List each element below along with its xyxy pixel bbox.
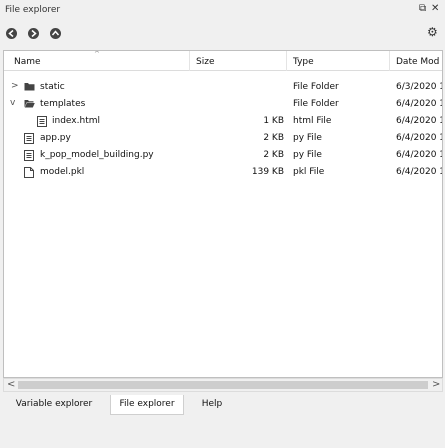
- table-row[interactable]: app.py 2 KB py File 6/4/2020 1: [4, 130, 443, 147]
- gear-icon[interactable]: ⚙: [427, 25, 438, 39]
- chevron-down-icon[interactable]: v: [10, 98, 15, 108]
- undock-icon[interactable]: ⧉: [419, 3, 426, 14]
- file-tree[interactable]: Name ^ Size Type Date Mod > static File …: [3, 50, 443, 378]
- file-date: 6/4/2020 1: [396, 116, 443, 126]
- column-separator[interactable]: [189, 51, 190, 71]
- file-type: py File: [293, 133, 322, 143]
- file-type: File Folder: [293, 82, 339, 92]
- file-date: 6/4/2020 1: [396, 150, 443, 160]
- table-header: Name ^ Size Type Date Mod: [4, 50, 442, 71]
- table-row[interactable]: index.html 1 KB html File 6/4/2020 1: [4, 113, 443, 130]
- chevron-right-icon[interactable]: >: [11, 81, 19, 91]
- column-type[interactable]: Type: [293, 57, 314, 67]
- column-date-modified[interactable]: Date Mod: [396, 57, 439, 67]
- text-file-icon: [24, 150, 34, 164]
- file-date: 6/4/2020 1: [396, 99, 443, 109]
- file-size: 2 KB: [263, 133, 284, 143]
- parent-directory-icon[interactable]: [50, 28, 61, 39]
- scroll-left-icon[interactable]: <: [7, 379, 15, 390]
- toolbar: ⚙: [0, 20, 445, 46]
- file-type: File Folder: [293, 99, 339, 109]
- column-name[interactable]: Name: [14, 57, 41, 67]
- file-date: 6/3/2020 1: [396, 82, 443, 92]
- tab-variable-explorer[interactable]: Variable explorer: [8, 395, 100, 415]
- file-type: py File: [293, 150, 322, 160]
- scroll-right-icon[interactable]: >: [432, 379, 440, 390]
- status-area: [0, 417, 445, 448]
- column-separator[interactable]: [389, 51, 390, 71]
- tab-help[interactable]: Help: [194, 395, 230, 415]
- horizontal-scrollbar[interactable]: < >: [3, 378, 443, 392]
- pane-titlebar: File explorer ⧉ ✕: [0, 0, 445, 20]
- pane-title: File explorer: [5, 5, 61, 15]
- file-date: 6/4/2020 1: [396, 167, 443, 177]
- folder-icon: [24, 82, 35, 94]
- scrollbar-thumb[interactable]: [18, 381, 428, 389]
- file-size: 139 KB: [251, 167, 284, 177]
- file-date: 6/4/2020 1: [396, 133, 443, 143]
- column-separator[interactable]: [286, 51, 287, 71]
- file-name: app.py: [40, 133, 71, 143]
- blank-file-icon: [24, 167, 34, 181]
- file-name: templates: [40, 99, 86, 109]
- sort-ascending-icon: ^: [94, 50, 100, 58]
- forward-icon[interactable]: [28, 28, 39, 39]
- file-name: index.html: [52, 116, 100, 126]
- file-size: 2 KB: [263, 150, 284, 160]
- file-name: model.pkl: [40, 167, 85, 177]
- table-row[interactable]: k_pop_model_building.py 2 KB py File 6/4…: [4, 147, 443, 164]
- text-file-icon: [24, 133, 34, 147]
- file-name: static: [40, 82, 65, 92]
- table-row[interactable]: > static File Folder 6/3/2020 1: [4, 79, 443, 95]
- table-row[interactable]: v templates File Folder 6/4/2020 1: [4, 96, 443, 112]
- table-row[interactable]: model.pkl 139 KB pkl File 6/4/2020 1: [4, 164, 443, 181]
- tab-file-explorer[interactable]: File explorer: [110, 395, 184, 415]
- file-type: html File: [293, 116, 332, 126]
- back-icon[interactable]: [6, 28, 17, 39]
- folder-open-icon: [24, 99, 35, 111]
- column-size[interactable]: Size: [196, 57, 214, 67]
- file-name: k_pop_model_building.py: [40, 150, 154, 160]
- file-type: pkl File: [293, 167, 325, 177]
- close-icon[interactable]: ✕: [431, 3, 439, 14]
- file-size: 1 KB: [263, 116, 284, 126]
- pane-tabs: Variable explorer File explorer Help: [0, 395, 445, 417]
- text-file-icon: [37, 116, 47, 130]
